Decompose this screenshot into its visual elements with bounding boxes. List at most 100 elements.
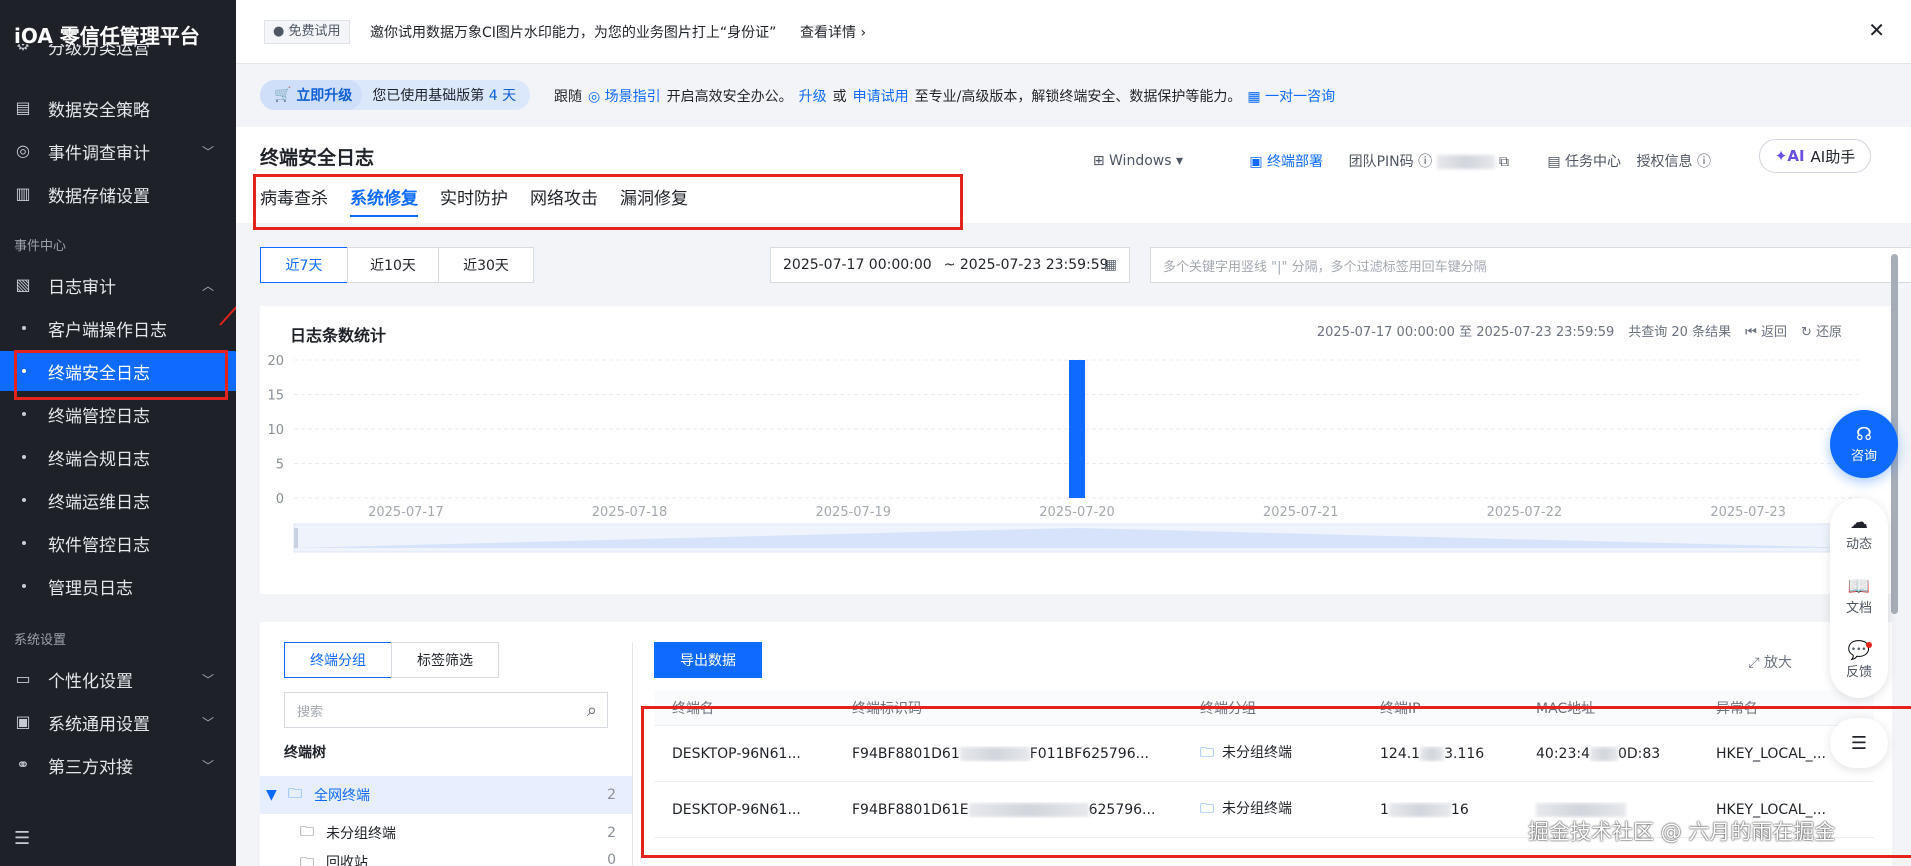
restore-button[interactable]: ↻ 还原	[1801, 321, 1842, 340]
folder-icon: 🗀	[300, 824, 314, 840]
task-center-button[interactable]: ▤ 任务中心	[1547, 151, 1621, 171]
license-info-button[interactable]: 授权信息 ⓘ	[1637, 151, 1711, 171]
section-system-settings: 系统设置	[14, 633, 67, 648]
free-trial-tag: ● 免费试用	[264, 20, 350, 44]
page-scrollbar[interactable]	[1888, 232, 1900, 866]
y-tick-label: 0	[276, 492, 284, 507]
tab-realtime-protection[interactable]: 实时防护	[440, 184, 508, 217]
chevron-down-icon: ﹀	[201, 758, 214, 773]
range-10-days-button[interactable]: 近10天	[347, 247, 439, 283]
caret-down-icon: ▼	[266, 787, 277, 803]
folder-icon: 🗀	[1200, 800, 1214, 817]
sidebar-sub-terminal-security-log[interactable]: 终端安全日志	[0, 351, 236, 391]
sidebar-item-data-security-policy[interactable]: ▤ 数据安全策略	[0, 88, 236, 128]
tree-node-ungrouped[interactable]: 🗀 未分组终端 2	[260, 814, 632, 852]
headset-icon: ☊	[1856, 424, 1872, 445]
scene-guide-link[interactable]: ◎ 场景指引	[588, 86, 661, 106]
x-tick-label: 2025-07-23	[1710, 505, 1786, 520]
compass-icon: ◎	[16, 141, 30, 160]
ai-assistant-button[interactable]: ✦AI AI助手	[1759, 139, 1871, 173]
tree-node-all[interactable]: ▼ 🗀 全网终端 2	[260, 776, 632, 814]
info-icon: ⓘ	[1697, 154, 1711, 170]
zoom-handle-left	[294, 528, 298, 548]
sidebar-sub-client-log[interactable]: 客户端操作日志	[0, 308, 236, 348]
col-mac[interactable]: MAC地址	[1518, 698, 1698, 718]
upgrade-now-button[interactable]: 🛒 立即升级	[260, 80, 363, 110]
upgrade-badge: 🛒 立即升级 您已使用基础版第 4 天	[260, 80, 531, 110]
sidebar-sub-compliance-log[interactable]: 终端合规日志	[0, 437, 236, 477]
sidebar-item-classification[interactable]: ⚙ 分级分类运营	[0, 44, 236, 66]
table-row[interactable]: DESKTOP-96N61... F94BF8801D61 F011BF62579…	[654, 726, 1874, 782]
close-icon[interactable]: ✕	[1868, 18, 1885, 42]
chart-total: 共查询 20 条结果	[1628, 325, 1732, 340]
sidebar-item-personalize[interactable]: ▭ 个性化设置 ﹀	[0, 659, 236, 699]
book-icon: 📖	[1847, 576, 1871, 597]
terminal-deploy-button[interactable]: ▣ 终端部署	[1249, 151, 1323, 171]
os-selector[interactable]: ⊞ Windows ▾	[1093, 153, 1183, 169]
filter-tabs: 终端分组 标签筛选	[284, 642, 499, 678]
x-tick-label: 2025-07-22	[1487, 505, 1563, 520]
storage-icon: ▥	[15, 184, 31, 203]
dynamic-button[interactable]: ☁ 动态	[1830, 512, 1888, 552]
table-header: 终端名 终端标识码 终端分组 终端IP MAC地址 异常名	[654, 690, 1874, 726]
tab-vulnerability-repair[interactable]: 漏洞修复	[620, 184, 688, 217]
apply-trial-link[interactable]: 申请试用	[853, 86, 909, 106]
sidebar-item-data-storage[interactable]: ▥ 数据存储设置	[0, 174, 236, 214]
section-event-center: 事件中心	[14, 239, 67, 254]
col-terminal-name[interactable]: 终端名	[654, 698, 834, 718]
one-on-one-consult-link[interactable]: ▦ 一对一咨询	[1247, 86, 1335, 106]
sidebar-sub-software-log[interactable]: 软件管控日志	[0, 523, 236, 563]
consult-button[interactable]: ☊ 咨询	[1830, 410, 1898, 478]
sidebar-item-event-audit[interactable]: ◎ 事件调查审计 ﹀	[0, 131, 236, 171]
bar	[1069, 360, 1085, 498]
sidebar-item-third-party[interactable]: ⚭ 第三方对接 ﹀	[0, 745, 236, 785]
col-terminal-id[interactable]: 终端标识码	[834, 698, 1182, 718]
range-7-days-button[interactable]: 近7天	[260, 247, 348, 283]
enlarge-button[interactable]: ⤢ 放大	[1748, 652, 1792, 672]
outline-menu-icon[interactable]: ☰	[1830, 718, 1888, 768]
upgrade-message: 跟随 ◎ 场景指引 开启高效安全办公。 升级 或 申请试用 至专业/高级版本，解…	[554, 86, 1335, 106]
search-icon[interactable]: ⌕	[587, 700, 597, 721]
chart-title: 日志条数统计	[290, 326, 387, 345]
log-tabs: 病毒查杀 系统修复 实时防护 网络攻击 漏洞修复	[260, 184, 688, 217]
chart-range: 2025-07-17 00:00:00 至 2025-07-23 23:59:5…	[1316, 325, 1615, 340]
range-30-days-button[interactable]: 近30天	[438, 247, 534, 283]
chart-card: 日志条数统计 2025-07-17 00:00:00 至 2025-07-23 …	[260, 306, 1892, 594]
back-button[interactable]: ⏮ 返回	[1745, 321, 1787, 340]
folder-icon: 🗀	[288, 786, 302, 802]
tree-node-recycle[interactable]: 🗀 回收站 0	[260, 852, 632, 866]
tree-title: 终端树	[284, 745, 326, 761]
main-area: ● 免费试用 邀你试用数据万象CI图片水印能力，为您的业务图片打上“身份证” 查…	[236, 0, 1911, 866]
col-terminal-ip[interactable]: 终端IP	[1362, 698, 1518, 718]
sidebar-sub-ops-log[interactable]: 终端运维日志	[0, 480, 236, 520]
sidebar-sub-terminal-control-log[interactable]: 终端管控日志	[0, 394, 236, 434]
feedback-button[interactable]: 💬 反馈	[1830, 640, 1888, 680]
export-data-button[interactable]: 导出数据	[654, 642, 762, 678]
database-icon: ▤	[15, 98, 31, 117]
col-anomaly[interactable]: 异常名	[1698, 698, 1874, 718]
keyword-search-input[interactable]: 多个关键字用竖线 "|" 分隔，多个过滤标签用回车键分隔 ⌕	[1150, 247, 1911, 283]
tree-search-input[interactable]: 搜索 ⌕	[284, 692, 608, 728]
docs-button[interactable]: 📖 文档	[1830, 576, 1888, 616]
tab-tag-filter[interactable]: 标签筛选	[391, 642, 499, 678]
tab-network-attack[interactable]: 网络攻击	[530, 184, 598, 217]
y-tick-label: 15	[267, 389, 284, 404]
tab-virus-scan[interactable]: 病毒查杀	[260, 184, 328, 217]
date-range-picker[interactable]: 2025-07-17 00:00:00 ~ 2025-07-23 23:59:5…	[770, 247, 1130, 283]
document-search-icon: ▧	[15, 275, 31, 294]
col-terminal-group[interactable]: 终端分组	[1182, 698, 1362, 718]
promo-details-link[interactable]: 查看详情 ›	[800, 22, 866, 42]
start-date: 2025-07-17 00:00:00	[783, 257, 932, 273]
collapse-sidebar-icon[interactable]: ☰	[14, 828, 30, 849]
tab-terminal-group[interactable]: 终端分组	[284, 642, 392, 678]
copy-icon[interactable]: ⧉	[1499, 154, 1509, 170]
sidebar-sub-admin-log[interactable]: 管理员日志	[0, 566, 236, 606]
tab-system-repair[interactable]: 系统修复	[350, 184, 418, 217]
deploy-icon: ▣	[1249, 154, 1263, 170]
sidebar-item-general-settings[interactable]: ▣ 系统通用设置 ﹀	[0, 702, 236, 742]
chevron-right-icon: ›	[860, 25, 867, 41]
sidebar-item-log-audit[interactable]: ▧ 日志审计 ︿	[0, 265, 236, 305]
upgrade-link[interactable]: 升级	[799, 86, 827, 106]
y-tick-label: 5	[276, 458, 284, 473]
chevron-down-icon: ﹀	[201, 672, 214, 687]
